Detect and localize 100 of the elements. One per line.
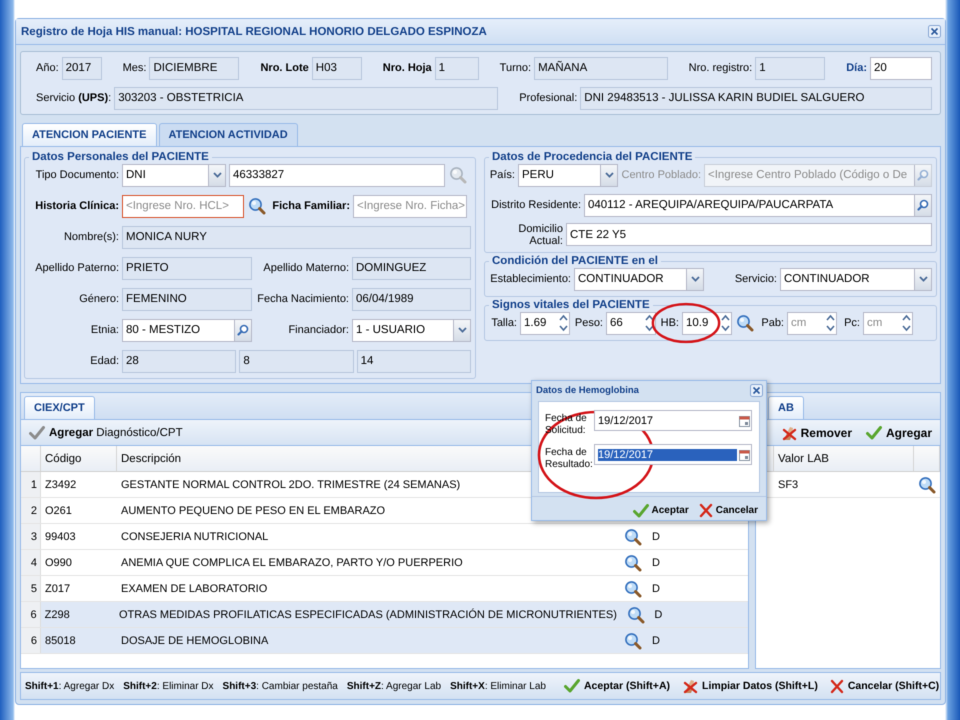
cancel-button[interactable]: Cancelar (Shift+C) xyxy=(826,676,942,696)
search-icon[interactable] xyxy=(624,528,642,546)
text-field[interactable]: 303203 - OBSTETRICIA xyxy=(114,86,498,110)
search-icon[interactable] xyxy=(248,197,266,215)
cross-icon xyxy=(698,503,713,518)
text-field[interactable]: 14 xyxy=(356,350,471,372)
field-label: Tipo Documento: xyxy=(34,169,119,181)
row-number: 1 xyxy=(21,472,41,497)
search-icon[interactable] xyxy=(624,632,642,650)
text-field[interactable]: 8 xyxy=(239,350,354,372)
number-field[interactable]: 66 xyxy=(606,312,656,334)
text-field[interactable]: CTE 22 Y5 xyxy=(566,223,932,246)
text-field[interactable]: 46333827 xyxy=(229,164,445,186)
dropdown-field[interactable]: CONTINUADOR xyxy=(574,268,704,290)
shortcut-hint: Shift+X: Eliminar Lab xyxy=(450,680,546,692)
close-icon[interactable] xyxy=(928,25,941,38)
table-cell: D xyxy=(652,582,660,594)
table-row[interactable]: 3 99403 CONSEJERIA NUTRICIONAL D xyxy=(21,524,748,550)
text-field[interactable]: 19/12/2017 xyxy=(594,410,752,431)
clear-button[interactable]: Limpiar Datos (Shift+L) xyxy=(679,676,821,696)
search-icon[interactable] xyxy=(626,606,645,624)
text-field[interactable]: DNI 29483513 - JULISSA KARIN BUDIEL SALGUERO xyxy=(580,86,932,110)
table-row[interactable]: 6 85018 DOSAJE DE HEMOGLOBINA D xyxy=(21,628,748,654)
text-field[interactable]: MAÑANA xyxy=(534,56,668,80)
table-cell-text: O261 xyxy=(44,504,73,518)
shortcut-hint: Shift+1: Agregar Dx xyxy=(25,680,114,692)
text-field[interactable]: 28 xyxy=(122,350,236,372)
search-icon[interactable] xyxy=(918,476,936,494)
field-label: Centro Poblado: xyxy=(621,169,701,181)
close-icon[interactable] xyxy=(750,384,763,396)
lookup-field[interactable]: 80 - MESTIZO xyxy=(122,318,252,342)
field-label: Turno: xyxy=(500,62,532,74)
accept-button[interactable]: Aceptar xyxy=(628,501,693,520)
field-label: Servicio: xyxy=(734,273,777,285)
tab[interactable]: ATENCION PACIENTE xyxy=(22,123,156,146)
table-row[interactable]: 4 O990 ANEMIA QUE COMPLICA EL EMBARAZO, PARTO Y/O PUERPERIO D xyxy=(21,550,748,576)
table-cell-text: DOSAJE DE HEMOGLOBINA xyxy=(120,634,270,648)
table-cell-text: Z298 xyxy=(44,608,71,622)
column-header: Código xyxy=(41,446,117,471)
field-label: Mes: xyxy=(122,62,146,74)
field-label: Pc: xyxy=(843,317,860,329)
tab[interactable]: AB xyxy=(768,396,804,419)
text-field[interactable]: 1 xyxy=(755,56,826,80)
search-icon[interactable] xyxy=(237,324,249,336)
text-field[interactable]: 1 xyxy=(434,56,479,80)
table-cell-text: 99403 xyxy=(44,530,77,544)
text-field[interactable]: 20 xyxy=(870,56,932,80)
search-icon[interactable] xyxy=(624,580,642,598)
row-number: 3 xyxy=(21,524,41,549)
field-label: Fecha Nacimiento: xyxy=(256,293,349,305)
text-field[interactable]: FEMENINO xyxy=(122,288,252,310)
table-cell-text: AUMENTO PEQUENO DE PESO EN EL EMBARAZO xyxy=(120,504,386,518)
dropdown-field[interactable]: CONTINUADOR xyxy=(780,268,932,290)
row-number: 5 xyxy=(21,576,41,601)
text-field[interactable]: 06/04/1989 xyxy=(352,288,471,310)
table-cell-text: SF3 xyxy=(777,478,800,492)
remove-button[interactable]: Remover xyxy=(776,422,856,442)
number-field[interactable]: 10.9 xyxy=(682,312,732,334)
field-label: Nombre(s): xyxy=(62,231,119,243)
dropdown-field[interactable]: PERU xyxy=(518,164,618,186)
row-number: 6 xyxy=(21,628,41,653)
field-label: Nro. Hoja xyxy=(382,62,432,74)
number-field[interactable]: 1.69 xyxy=(520,312,570,334)
tab[interactable]: CIEX/CPT xyxy=(24,396,95,419)
calendar-icon[interactable] xyxy=(738,448,750,460)
search-icon[interactable] xyxy=(917,199,929,211)
text-field[interactable]: PRIETO xyxy=(122,256,252,280)
search-icon[interactable] xyxy=(736,314,754,332)
text-field[interactable]: 2017 xyxy=(62,56,102,80)
section-legend: Condición del PACIENTE en el xyxy=(489,255,661,267)
text-field[interactable]: DICIEMBRE xyxy=(149,56,240,80)
add-button[interactable]: Agregar xyxy=(862,424,936,442)
brush-cross-icon xyxy=(682,678,698,694)
table-cell-text: EXAMEN DE LABORATORIO xyxy=(120,582,268,596)
text-field[interactable]: DOMINGUEZ xyxy=(352,256,471,280)
table-cell-text: Z017 xyxy=(44,582,72,596)
field-label: Nro. registro: xyxy=(688,62,752,74)
text-field[interactable]: H03 xyxy=(312,56,362,80)
section-legend: Signos vitales del PACIENTE xyxy=(489,299,653,311)
accept-button[interactable]: Aceptar (Shift+A) xyxy=(560,677,674,695)
field-label: Nro. Lote xyxy=(260,62,309,74)
section-legend: Datos Personales del PACIENTE xyxy=(29,151,212,163)
add-diagnosis-button[interactable]: Agregar Diagnóstico/CPT xyxy=(25,424,187,442)
field-label: Distrito Residente: xyxy=(490,199,581,211)
field-label: Edad: xyxy=(89,355,119,367)
tab[interactable]: ATENCION ACTIVIDAD xyxy=(158,123,298,146)
dropdown-field[interactable]: DNI xyxy=(122,164,226,186)
table-cell-text: GESTANTE NORMAL CONTROL 2DO. TRIMESTRE (24 SEMANAS) xyxy=(120,478,462,492)
field-label: Talla: xyxy=(490,317,517,329)
cross-icon xyxy=(830,678,844,694)
dropdown-field[interactable]: 1 - USUARIO xyxy=(352,318,471,342)
calendar-icon[interactable] xyxy=(738,414,750,426)
table-cell: D xyxy=(654,608,662,620)
text-field[interactable]: 19/12/2017 xyxy=(594,444,752,465)
search-icon[interactable] xyxy=(624,554,642,572)
table-row[interactable]: 6 Z298 OTRAS MEDIDAS PROFILATICAS ESPECIFICADAS (ADMINISTRACIÓN DE MICRONUTRIENTES) D xyxy=(21,602,748,628)
column-header: Valor LAB xyxy=(774,446,914,471)
lookup-field[interactable]: 040112 - AREQUIPA/AREQUIPA/PAUCARPATA xyxy=(584,194,932,216)
text-field[interactable]: MONICA NURY xyxy=(122,226,471,248)
field-label: Apellido Paterno: xyxy=(34,262,119,274)
